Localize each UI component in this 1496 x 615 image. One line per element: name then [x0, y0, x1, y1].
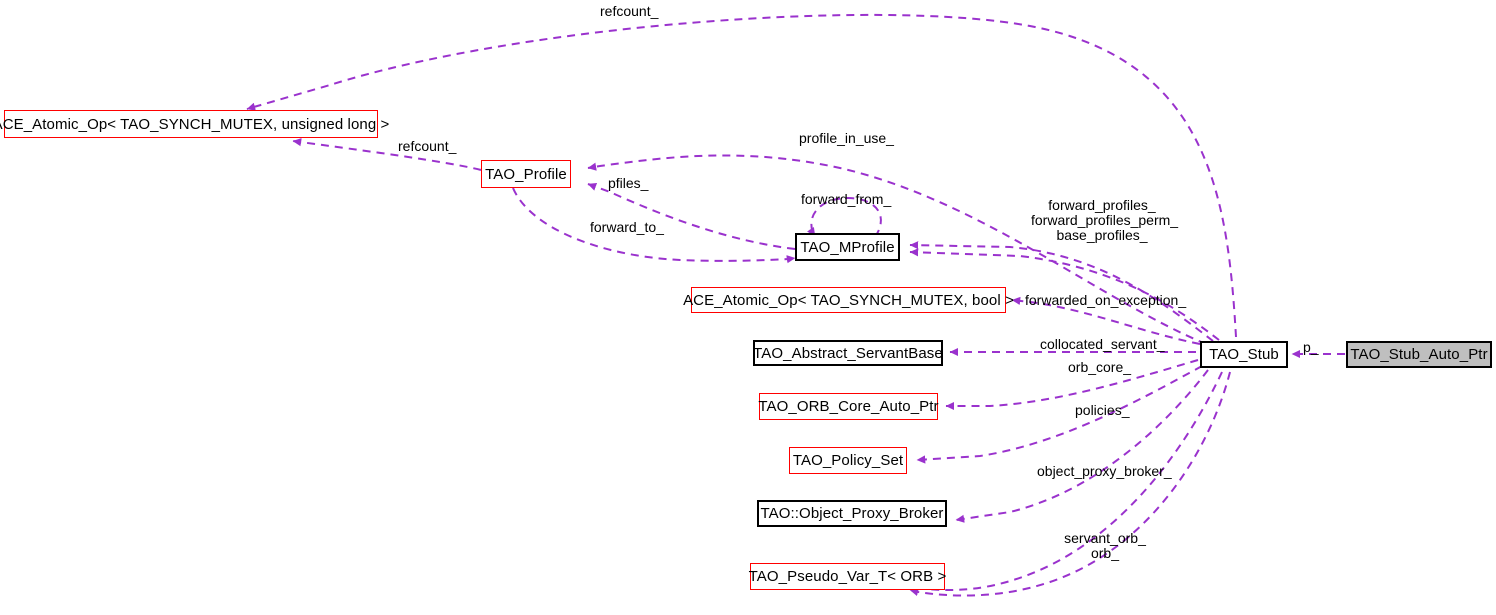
- node-label: TAO_Stub: [1209, 346, 1279, 363]
- node-label: TAO_Pseudo_Var_T< ORB >: [748, 568, 947, 585]
- node-tao-stub-auto-ptr[interactable]: TAO_Stub_Auto_Ptr: [1346, 341, 1492, 368]
- edge-policies: [916, 365, 1203, 464]
- node-label: TAO::Object_Proxy_Broker: [760, 505, 944, 522]
- node-tao-pseudo-var-t-orb[interactable]: TAO_Pseudo_Var_T< ORB >: [749, 563, 946, 590]
- edge-label-pfiles: pfiles_: [608, 175, 649, 191]
- node-tao-profile[interactable]: TAO_Profile: [481, 160, 571, 188]
- edge-label-orb-core: orb_core_: [1068, 359, 1132, 375]
- node-label: TAO_Abstract_ServantBase: [753, 344, 943, 362]
- edge-label-forward-from: forward_from_: [801, 191, 892, 207]
- node-tao-object-proxy-broker[interactable]: TAO::Object_Proxy_Broker: [757, 500, 947, 527]
- edge-label-forwarded-on-exception: forwarded_on_exception_: [1025, 292, 1187, 308]
- node-ace-atomic-op-unsigned-long[interactable]: ACE_Atomic_Op< TAO_SYNCH_MUTEX, unsigned…: [0, 110, 389, 138]
- edge-label-collocated-servant: collocated_servant_: [1040, 336, 1165, 352]
- edge-pfiles: [587, 182, 796, 250]
- edge-label-forward-to: forward_to_: [590, 219, 664, 235]
- node-tao-stub[interactable]: TAO_Stub: [1200, 341, 1288, 368]
- edge-label-profile-in-use: profile_in_use_: [799, 130, 894, 146]
- edge-label-forward-profiles-group: forward_profiles_ forward_profiles_perm_…: [1031, 197, 1179, 243]
- node-tao-abstract-servantbase[interactable]: TAO_Abstract_ServantBase: [753, 340, 943, 366]
- edge-label-p: p_: [1303, 339, 1319, 355]
- node-tao-orb-core-auto-ptr[interactable]: TAO_ORB_Core_Auto_Ptr: [758, 393, 939, 420]
- node-label: TAO_Profile: [485, 165, 567, 183]
- edge-label-servant-orb-group: servant_orb_ orb_: [1064, 530, 1146, 561]
- edge-object-proxy-broker: [955, 369, 1209, 523]
- node-label: ACE_Atomic_Op< TAO_SYNCH_MUTEX, unsigned…: [0, 115, 390, 133]
- collaboration-diagram: ACE_Atomic_Op< TAO_SYNCH_MUTEX, unsigned…: [0, 0, 1496, 615]
- node-label: TAO_ORB_Core_Auto_Ptr: [758, 398, 939, 415]
- edge-label-policies: policies_: [1075, 402, 1130, 418]
- node-label: TAO_Policy_Set: [792, 452, 904, 469]
- node-tao-mprofile[interactable]: TAO_MProfile: [795, 233, 900, 261]
- node-ace-atomic-op-bool[interactable]: ACE_Atomic_Op< TAO_SYNCH_MUTEX, bool >: [683, 287, 1014, 313]
- edge-servant-orb-2: [909, 371, 1231, 597]
- node-label: ACE_Atomic_Op< TAO_SYNCH_MUTEX, bool >: [683, 291, 1014, 309]
- edge-label-refcount-profile: refcount_: [398, 138, 457, 154]
- node-label: TAO_MProfile: [800, 238, 895, 256]
- node-label: TAO_Stub_Auto_Ptr: [1350, 346, 1488, 363]
- edge-label-refcount-top: refcount_: [600, 3, 659, 19]
- node-tao-policy-set[interactable]: TAO_Policy_Set: [789, 447, 907, 474]
- edge-label-object-proxy-broker: object_proxy_broker_: [1037, 463, 1172, 479]
